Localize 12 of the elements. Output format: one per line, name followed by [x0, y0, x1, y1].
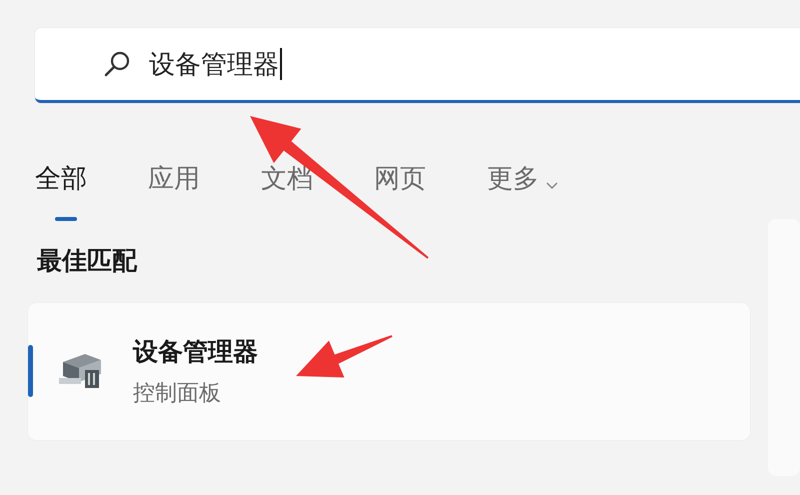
result-title: 设备管理器 [133, 336, 258, 368]
search-icon [103, 50, 131, 78]
section-heading: 最佳匹配 [37, 245, 138, 277]
filter-tab[interactable]: 文档 [261, 161, 313, 196]
result-subtitle: 控制面板 [133, 380, 222, 408]
result-card[interactable]: 设备管理器 控制面板 [28, 303, 750, 440]
search-field[interactable]: 设备管理器 [35, 28, 800, 103]
text-cursor [280, 48, 282, 80]
filter-tab[interactable]: 全部 [35, 161, 87, 196]
filter-tab[interactable]: 应用 [148, 161, 200, 196]
filter-tab[interactable]: 网页 [374, 161, 426, 196]
filter-tab[interactable]: 更多 [487, 161, 559, 196]
